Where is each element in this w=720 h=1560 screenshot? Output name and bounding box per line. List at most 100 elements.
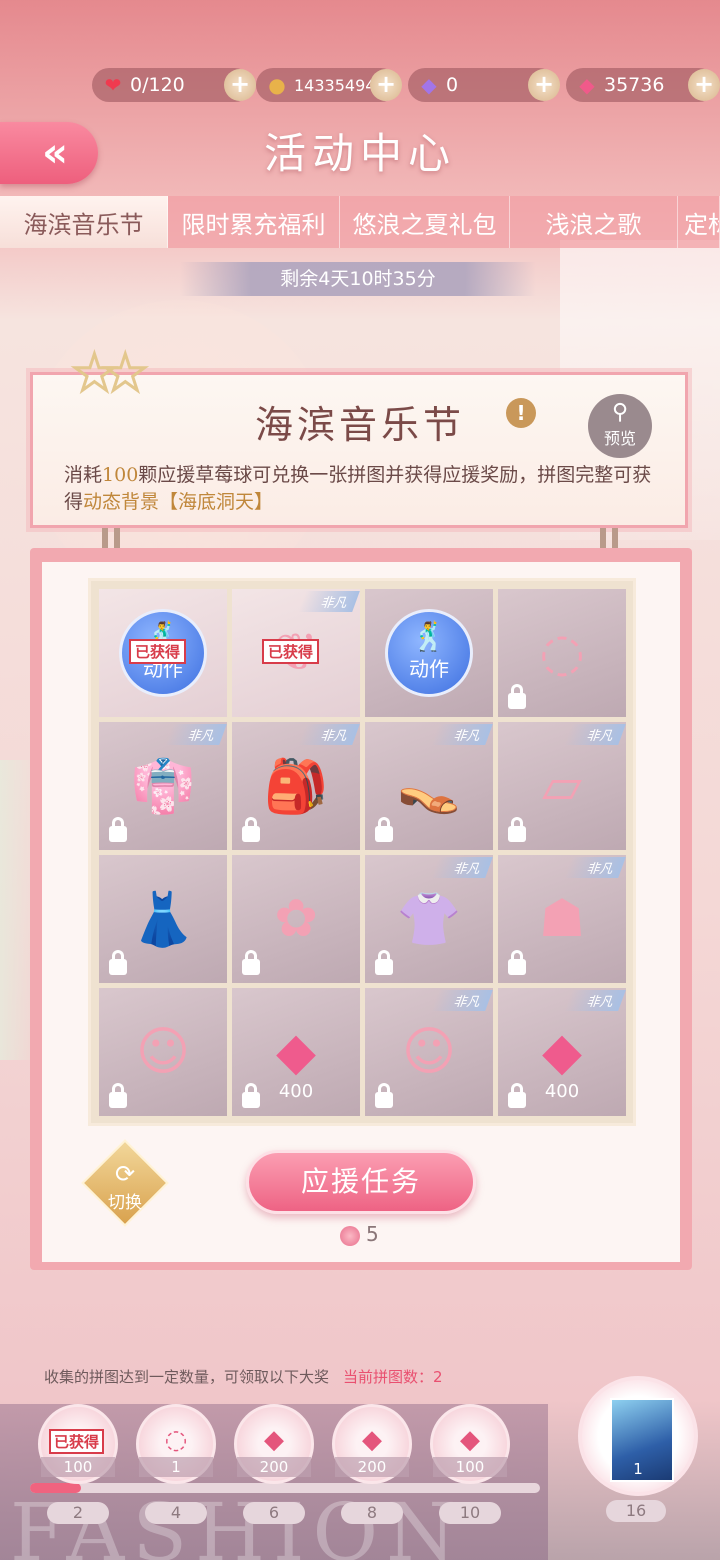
rare-tag: 非凡 [431,857,493,878]
lock-icon [109,950,127,975]
grand-reward-threshold: 16 [606,1500,666,1522]
rare-tag: 非凡 [298,591,360,612]
preview-button[interactable]: ⚲ 预览 [588,394,652,458]
reward-threshold: 10 [439,1502,501,1524]
support-task-button[interactable]: 应援任务 [246,1150,476,1214]
reward-count: 100 [41,1457,115,1477]
reward-threshold: 8 [341,1502,403,1524]
rare-tag: 非凡 [165,724,227,745]
puzzle-piece-diamond[interactable]: ◆ 非凡 400 [498,988,626,1116]
lock-icon [508,1083,526,1108]
lock-icon [242,817,260,842]
rare-tag: 非凡 [564,990,626,1011]
reward-item[interactable]: ◆ 200 6 [234,1404,314,1524]
reward-item[interactable]: ◆ 200 8 [332,1404,412,1524]
lock-icon [109,817,127,842]
lock-icon [508,817,526,842]
puzzle-grid: 🕺动作已获得❦非凡已获得🕺动作◌👘非凡🎒非凡👡非凡▱非凡👗✿👚非凡☗非凡☺◆40… [99,589,626,1116]
stamina-resource: ❤ 0/120 + [92,68,256,102]
reward-item[interactable]: ◆ 100 10 [430,1404,510,1524]
current-puzzle-count: 当前拼图数：2 [343,1368,443,1386]
refresh-icon: ⟳ [114,1160,136,1188]
obtained-badge: 已获得 [129,639,187,664]
heart-icon: ❤ [104,73,122,97]
puzzle-piece-portrait-badge[interactable]: ☺ 非凡 [365,988,493,1116]
tab-beach-music-festival[interactable]: 海滨音乐节 [0,196,168,248]
puzzle-piece-shoes[interactable]: 👡 非凡 [365,722,493,850]
diamond-value: 0 [446,74,459,96]
rare-tag: 非凡 [564,857,626,878]
puzzle-piece-top[interactable]: 👚 非凡 [365,855,493,983]
tab-summer-gift-pack[interactable]: 悠浪之夏礼包 [340,196,510,248]
reward-hint-text: 收集的拼图达到一定数量，可领取以下大奖 [44,1368,330,1386]
puzzle-piece-portrait-card[interactable]: ☺ [99,988,227,1116]
tab-more[interactable]: 定标 [678,196,720,248]
reward-threshold: 6 [243,1502,305,1524]
desc-highlight: 动态背景【海底洞天】 [83,491,274,513]
task-cost: 5 [340,1222,379,1246]
puzzle-piece-diamond[interactable]: ◆ 400 [232,988,360,1116]
lock-icon [375,950,393,975]
puzzle-piece-necklace[interactable]: ❦非凡已获得 [232,589,360,717]
strawberry-ball-icon [340,1225,360,1246]
desc-text: 消耗 [64,464,103,486]
obtained-badge: 已获得 [262,639,320,664]
puzzle-piece-bracelet[interactable]: ◌ [498,589,626,717]
lock-icon [242,950,260,975]
reward-count: 200 [335,1457,409,1477]
puzzle-piece-action[interactable]: 🕺 动作 [365,589,493,717]
reward-circle: ◆ 200 [332,1404,412,1484]
diamond-icon: ◆ [460,1425,480,1455]
reward-item[interactable]: ◌ 1 4 [136,1404,216,1524]
page-title: 活动中心 [263,129,456,178]
rare-tag: 非凡 [431,724,493,745]
obtained-badge: 已获得 [49,1429,105,1454]
pink-diamond-icon: ◆ [579,73,595,97]
preview-label: 预览 [603,429,636,448]
lock-icon [375,817,393,842]
event-description: 消耗100颗应援草莓球可兑换一张拼图并获得应援奖励，拼图完整可获得动态背景【海底… [64,462,664,516]
ring-icon: ◌ [164,1425,188,1455]
gold-resource: ● 14335494 + [256,68,402,102]
diamond-icon: ◆ [421,73,437,97]
desc-cost: 100 [102,464,139,486]
diamond-icon: ◆ [362,1425,382,1455]
reward-circle: 已获得 100 [38,1404,118,1484]
puzzle-piece-action[interactable]: 🕺 动作 已获得 [99,589,227,717]
lock-icon [242,1083,260,1108]
switch-label: 切换 [108,1193,142,1213]
puzzle-piece-hair[interactable]: ☗ 非凡 [498,855,626,983]
puzzle-piece-backpack[interactable]: 🎒 非凡 [232,722,360,850]
grand-reward[interactable]: 1 [578,1376,698,1496]
info-icon[interactable]: ! [506,398,536,428]
lock-icon [508,684,526,709]
puzzle-piece-hair-clip[interactable]: ✿ [232,855,360,983]
puzzle-piece-skirt[interactable]: 👗 [99,855,227,983]
add-stamina-button[interactable]: + [224,69,256,101]
grand-reward-count: 1 [633,1460,643,1478]
reward-circle: ◌ 1 [136,1404,216,1484]
reward-item[interactable]: 已获得 100 2 [38,1404,118,1524]
stamina-value: 0/120 [130,74,185,96]
reward-count: 1 [139,1457,213,1477]
action-badge: 🕺 动作 [385,609,473,697]
tab-limited-recharge[interactable]: 限时累充福利 [168,196,340,248]
task-cost-value: 5 [366,1222,379,1246]
switch-label-wrap[interactable]: ⟳ 切换 [88,1160,162,1213]
add-crystal-button[interactable]: + [688,69,720,101]
add-diamond-button[interactable]: + [528,69,560,101]
magnifier-icon: ⚲ [611,400,629,425]
reward-hint: 收集的拼图达到一定数量，可领取以下大奖 当前拼图数：2 [44,1366,443,1387]
crystal-value: 35736 [604,74,665,96]
action-label: 动作 [409,657,449,681]
cat-coin-icon: ● [268,73,286,97]
puzzle-piece-jacket[interactable]: 👘 非凡 [99,722,227,850]
tab-wave-song[interactable]: 浅浪之歌 [510,196,678,248]
diamond-icon: ◆ [264,1425,284,1455]
lock-icon [109,1083,127,1108]
add-gold-button[interactable]: + [370,69,402,101]
diamond-resource: ◆ 0 + [408,68,560,102]
puzzle-piece-socks[interactable]: ▱ 非凡 [498,722,626,850]
event-tabs: 海滨音乐节 限时累充福利 悠浪之夏礼包 浅浪之歌 定标 [0,196,720,248]
countdown-timer: 剩余4天10时35分 [180,262,536,296]
